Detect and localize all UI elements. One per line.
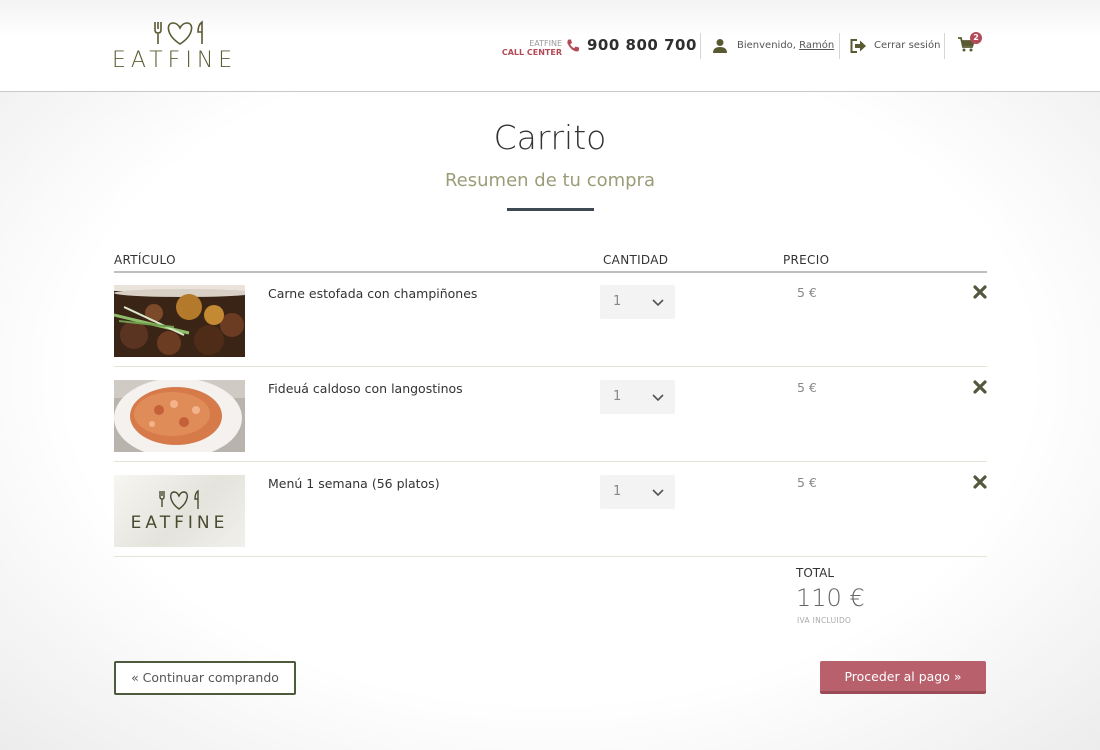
remove-item-icon[interactable] (973, 475, 987, 489)
chevron-down-icon (652, 394, 664, 402)
page-title: Carrito (493, 118, 607, 157)
total-label: TOTAL (796, 566, 835, 580)
vat-note: IVA INCLUIDO (797, 616, 852, 625)
fork-heart-knife-icon (154, 20, 203, 45)
row-divider (114, 366, 987, 367)
thumb-logo-wordmark: EATFINE (130, 513, 229, 533)
cart-button[interactable]: 2 (958, 32, 986, 56)
column-header-article: ARTÍCULO (114, 253, 176, 267)
product-name[interactable]: Carne estofada con champiñones (268, 286, 477, 301)
eatfine-logo[interactable]: EATFINE (112, 18, 247, 74)
chevron-down-icon (652, 299, 664, 307)
column-header-price: PRECIO (783, 253, 830, 267)
row-divider (114, 556, 987, 557)
call-center-phone[interactable]: 900 800 700 (587, 36, 697, 54)
title-divider (507, 208, 594, 211)
product-price: 5 € (797, 285, 817, 300)
header-divider (839, 33, 840, 59)
eatfine-logo-image (159, 489, 199, 510)
quantity-select[interactable]: 1 (600, 285, 675, 319)
user-name-link[interactable]: Ramón (799, 40, 834, 51)
logo-wordmark: EATFINE (112, 48, 238, 73)
proceed-to-payment-button[interactable]: Proceder al pago » (820, 661, 986, 694)
fideua-photo (114, 380, 245, 452)
header-divider (700, 33, 701, 59)
product-price: 5 € (797, 475, 817, 490)
quantity-value: 1 (613, 389, 622, 404)
row-divider (114, 461, 987, 462)
product-image[interactable] (114, 380, 245, 452)
call-center-label: EATFINE CALL CENTER (498, 39, 562, 57)
logout-label: Cerrar sesión (874, 40, 941, 51)
product-image[interactable]: EATFINE (114, 475, 245, 547)
beef-stew-photo (114, 285, 245, 357)
call-center-text: CALL CENTER (501, 48, 562, 57)
continue-shopping-button[interactable]: « Continuar comprando (114, 661, 296, 695)
column-header-quantity: CANTIDAD (603, 253, 669, 267)
phone-icon (567, 39, 579, 52)
user-icon (713, 39, 727, 53)
user-text: Bienvenido, Ramón (737, 40, 834, 51)
greeting-label: Bienvenido, (737, 40, 796, 51)
quantity-select[interactable]: 1 (600, 380, 675, 414)
remove-item-icon[interactable] (973, 380, 987, 394)
call-center-brand: EATFINE (529, 39, 562, 48)
product-name[interactable]: Menú 1 semana (56 platos) (268, 476, 440, 491)
cart-row: EATFINE Menú 1 semana (56 platos) 1 5 € (114, 463, 987, 557)
logout-icon (850, 39, 866, 53)
quantity-value: 1 (613, 484, 622, 499)
quantity-select[interactable]: 1 (600, 475, 675, 509)
header-divider (944, 33, 945, 59)
cart-count-badge: 2 (970, 32, 982, 44)
cart-row: Fideuá caldoso con langostinos 1 5 € (114, 368, 987, 462)
quantity-value: 1 (613, 294, 622, 309)
site-header: EATFINE EATFINE CALL CENTER 900 800 700 … (0, 0, 1100, 92)
product-price: 5 € (797, 380, 817, 395)
chevron-down-icon (652, 489, 664, 497)
cart-row: Carne estofada con champiñones 1 5 € (114, 273, 987, 367)
remove-item-icon[interactable] (973, 285, 987, 299)
total-value: 110 € (796, 584, 865, 612)
product-name[interactable]: Fideuá caldoso con langostinos (268, 381, 463, 396)
product-image[interactable] (114, 285, 245, 357)
page-subtitle: Resumen de tu compra (444, 170, 655, 191)
